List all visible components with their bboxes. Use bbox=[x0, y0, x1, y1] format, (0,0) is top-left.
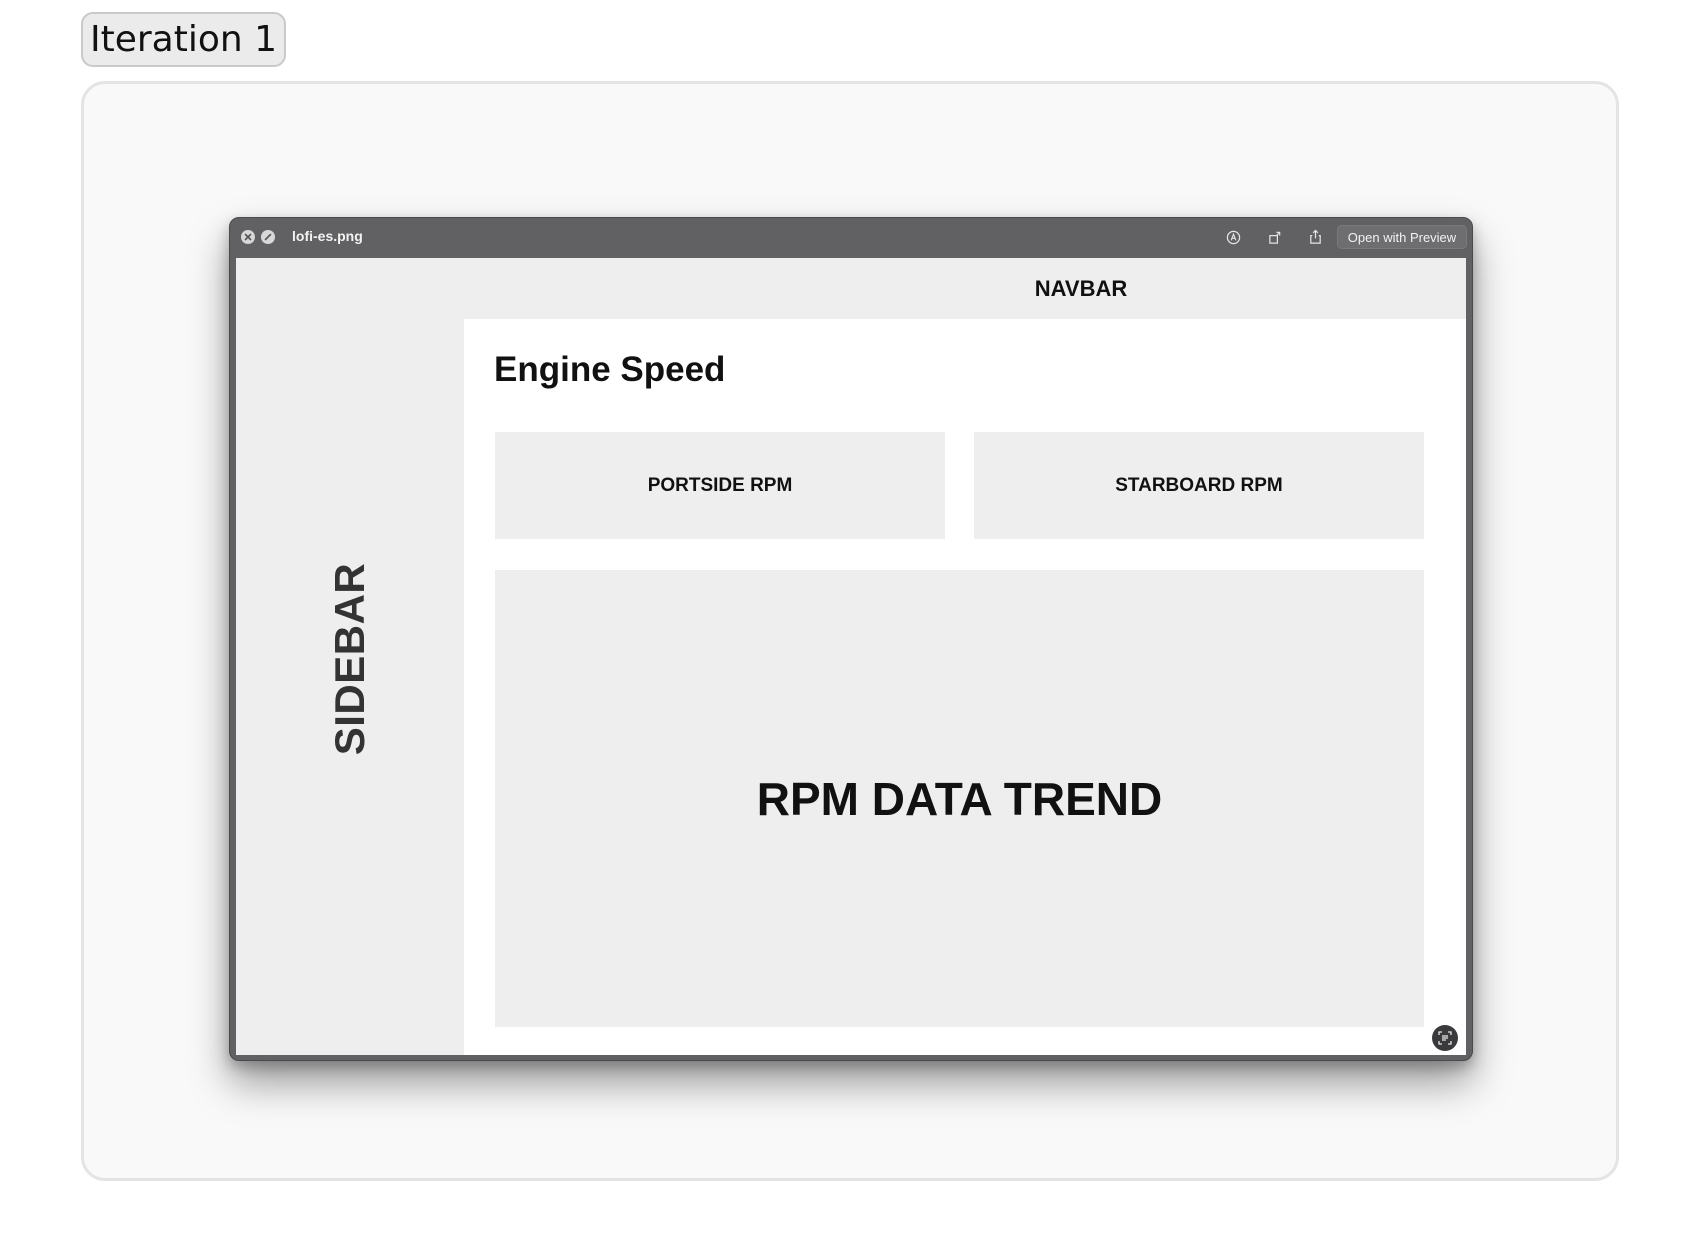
share-icon[interactable] bbox=[1306, 228, 1324, 246]
window-filename: lofi-es.png bbox=[292, 228, 363, 244]
portside-rpm-label: PORTSIDE RPM bbox=[647, 474, 793, 496]
sidebar-label: SIDEBAR bbox=[326, 562, 373, 756]
close-icon[interactable] bbox=[241, 230, 255, 244]
iteration-badge[interactable]: Iteration 1 bbox=[81, 12, 286, 67]
navbar-label: NAVBAR bbox=[1034, 275, 1128, 301]
fullscreen-icon[interactable] bbox=[261, 230, 275, 244]
rotate-icon[interactable] bbox=[1266, 228, 1284, 246]
live-text-icon[interactable] bbox=[1432, 1025, 1458, 1051]
starboard-rpm-label: STARBOARD RPM bbox=[1115, 474, 1283, 496]
image-preview: NAVBAR SIDEBAR Engine Speed PORTSIDE RPM… bbox=[236, 258, 1466, 1055]
mock-sidebar: SIDEBAR bbox=[236, 319, 464, 1055]
iteration-label: Iteration 1 bbox=[89, 19, 278, 60]
rpm-trend-card: RPM DATA TREND bbox=[495, 570, 1424, 1027]
mock-navbar: NAVBAR bbox=[236, 258, 1466, 319]
open-with-preview-button[interactable]: Open with Preview bbox=[1337, 225, 1467, 249]
quicklook-titlebar: lofi-es.png Open with Preview bbox=[230, 218, 1472, 257]
quicklook-window: lofi-es.png Open with Preview NAVBAR SID… bbox=[229, 217, 1473, 1061]
markup-icon[interactable] bbox=[1224, 228, 1242, 246]
starboard-rpm-card: STARBOARD RPM bbox=[974, 432, 1424, 539]
portside-rpm-card: PORTSIDE RPM bbox=[495, 432, 945, 539]
rpm-trend-label: RPM DATA TREND bbox=[756, 772, 1163, 825]
page-title: Engine Speed bbox=[494, 350, 726, 389]
